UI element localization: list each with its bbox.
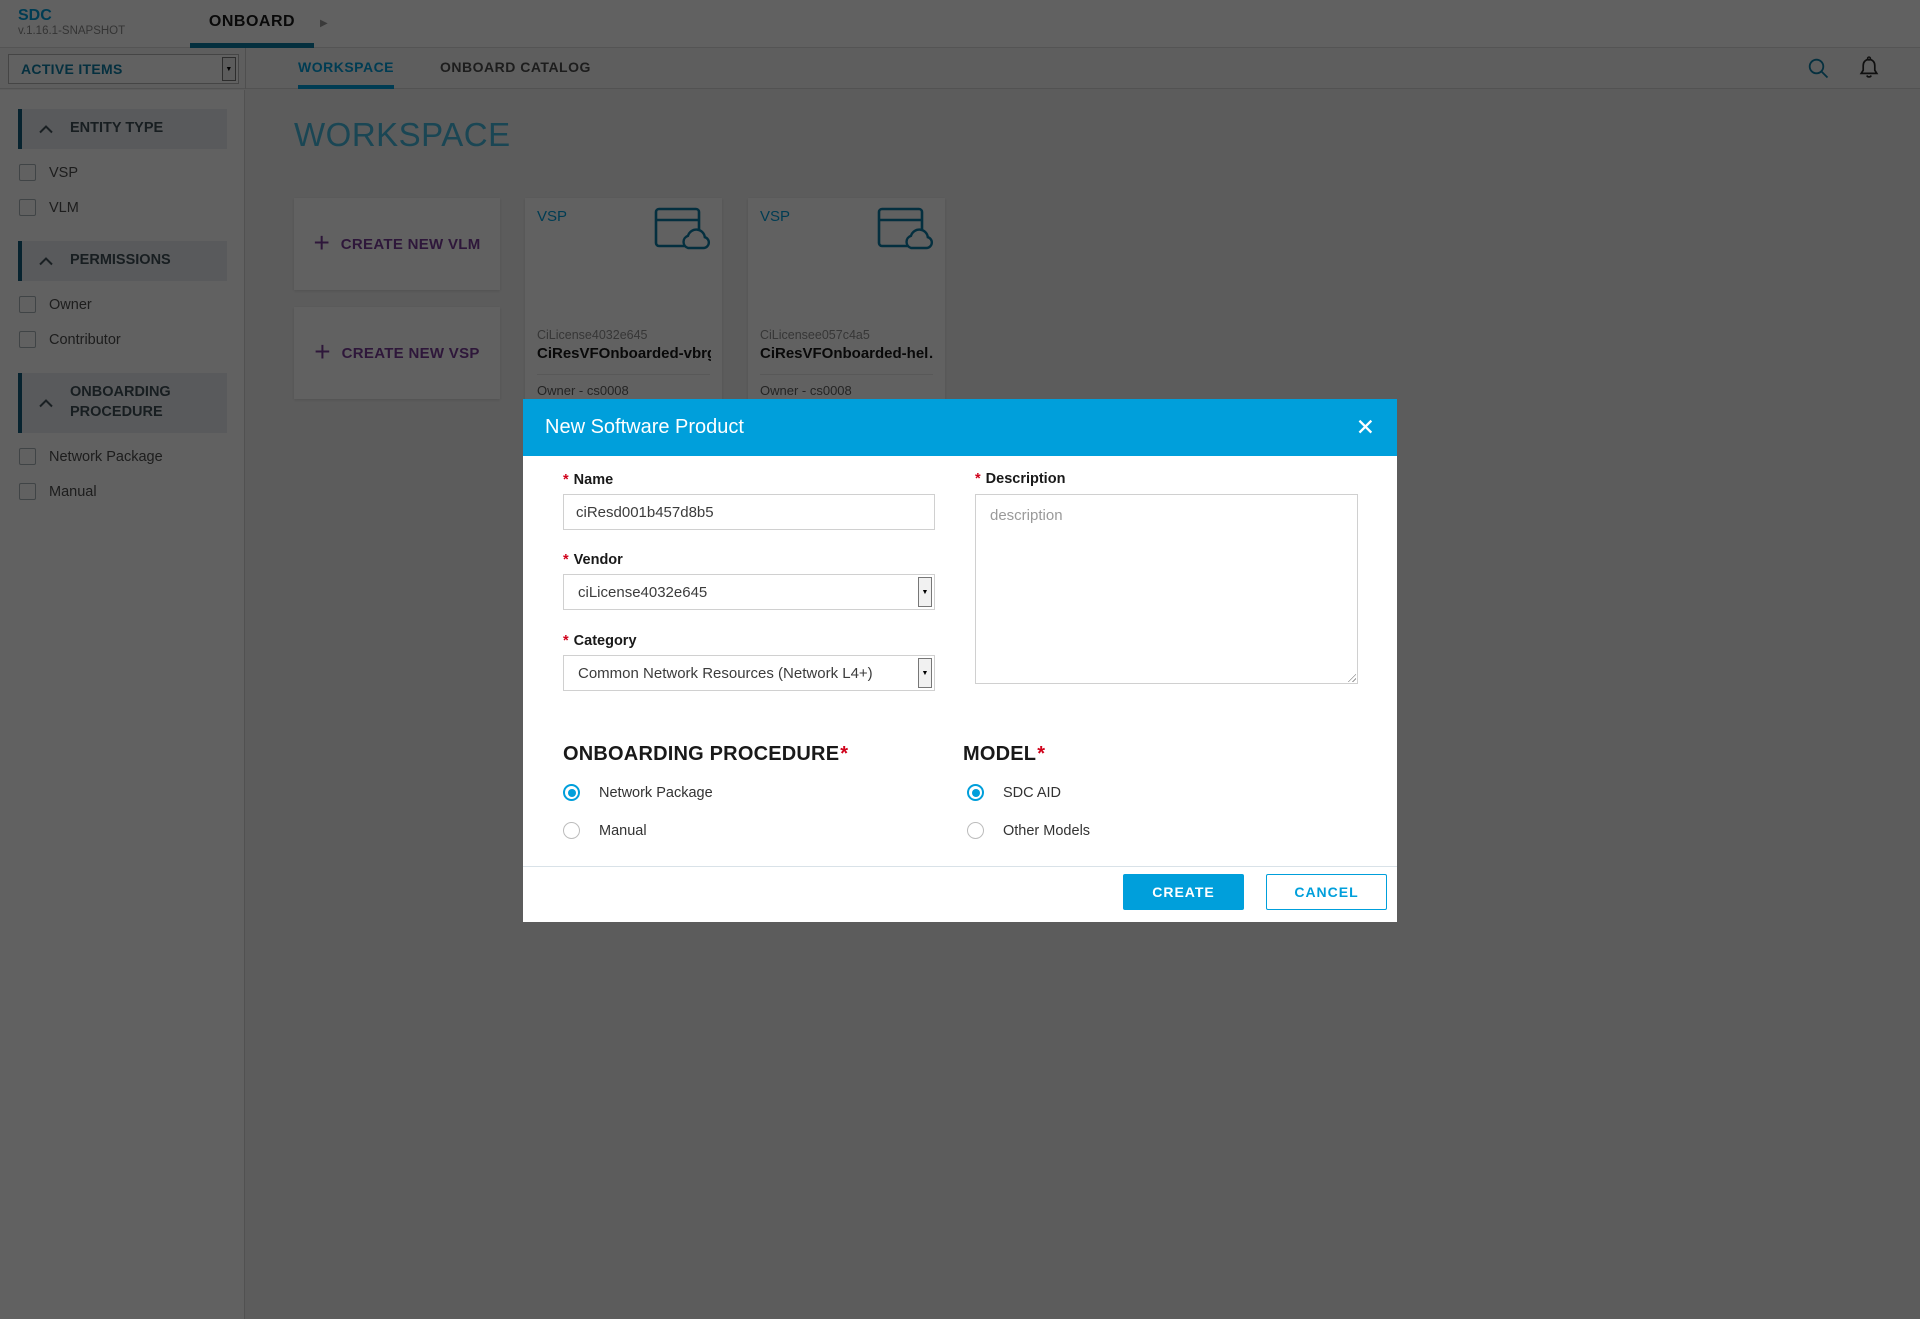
radio-label: Manual [599, 823, 647, 839]
radio-manual[interactable]: Manual [563, 822, 647, 839]
description-label: *Description [975, 471, 1065, 487]
vendor-select-value: ciLicense4032e645 [578, 584, 707, 601]
modal-footer-divider [523, 866, 1397, 867]
required-mark: * [840, 743, 848, 765]
modal-header: New Software Product ✕ [523, 399, 1397, 456]
name-input[interactable] [563, 494, 935, 530]
category-select-value: Common Network Resources (Network L4+) [578, 665, 873, 682]
required-mark: * [563, 633, 569, 649]
required-mark: * [563, 472, 569, 488]
sdc-onboard-page: SDC v.1.16.1-SNAPSHOT ONBOARD ▶ ACTIVE I… [0, 0, 1920, 1319]
category-select[interactable]: Common Network Resources (Network L4+) ▼ [563, 655, 935, 691]
modal-body: *Name *Vendor ciLicense4032e645 ▼ *Categ… [523, 456, 1397, 922]
radio-icon [967, 784, 984, 801]
radio-network-package[interactable]: Network Package [563, 784, 713, 801]
cancel-button[interactable]: CANCEL [1266, 874, 1387, 910]
radio-icon [563, 784, 580, 801]
name-label: *Name [563, 472, 613, 488]
model-heading: MODEL* [963, 743, 1045, 766]
radio-label: SDC AID [1003, 785, 1061, 801]
create-button[interactable]: CREATE [1123, 874, 1244, 910]
category-label: *Category [563, 633, 637, 649]
radio-sdc-aid[interactable]: SDC AID [967, 784, 1061, 801]
vendor-select[interactable]: ciLicense4032e645 ▼ [563, 574, 935, 610]
onboarding-procedure-heading: ONBOARDING PROCEDURE* [563, 743, 848, 766]
radio-icon [967, 822, 984, 839]
required-mark: * [1037, 743, 1045, 765]
modal-title: New Software Product [545, 416, 744, 439]
new-software-product-modal: New Software Product ✕ *Name *Vendor ciL… [523, 399, 1397, 922]
description-textarea[interactable] [975, 494, 1358, 684]
dropdown-arrow-icon[interactable]: ▼ [918, 577, 932, 607]
radio-other-models[interactable]: Other Models [967, 822, 1090, 839]
close-icon[interactable]: ✕ [1356, 416, 1375, 439]
radio-icon [563, 822, 580, 839]
vendor-label: *Vendor [563, 552, 623, 568]
dropdown-arrow-icon[interactable]: ▼ [918, 658, 932, 688]
description-field-wrap [975, 494, 1358, 684]
required-mark: * [975, 471, 981, 487]
radio-label: Other Models [1003, 823, 1090, 839]
required-mark: * [563, 552, 569, 568]
radio-label: Network Package [599, 785, 713, 801]
